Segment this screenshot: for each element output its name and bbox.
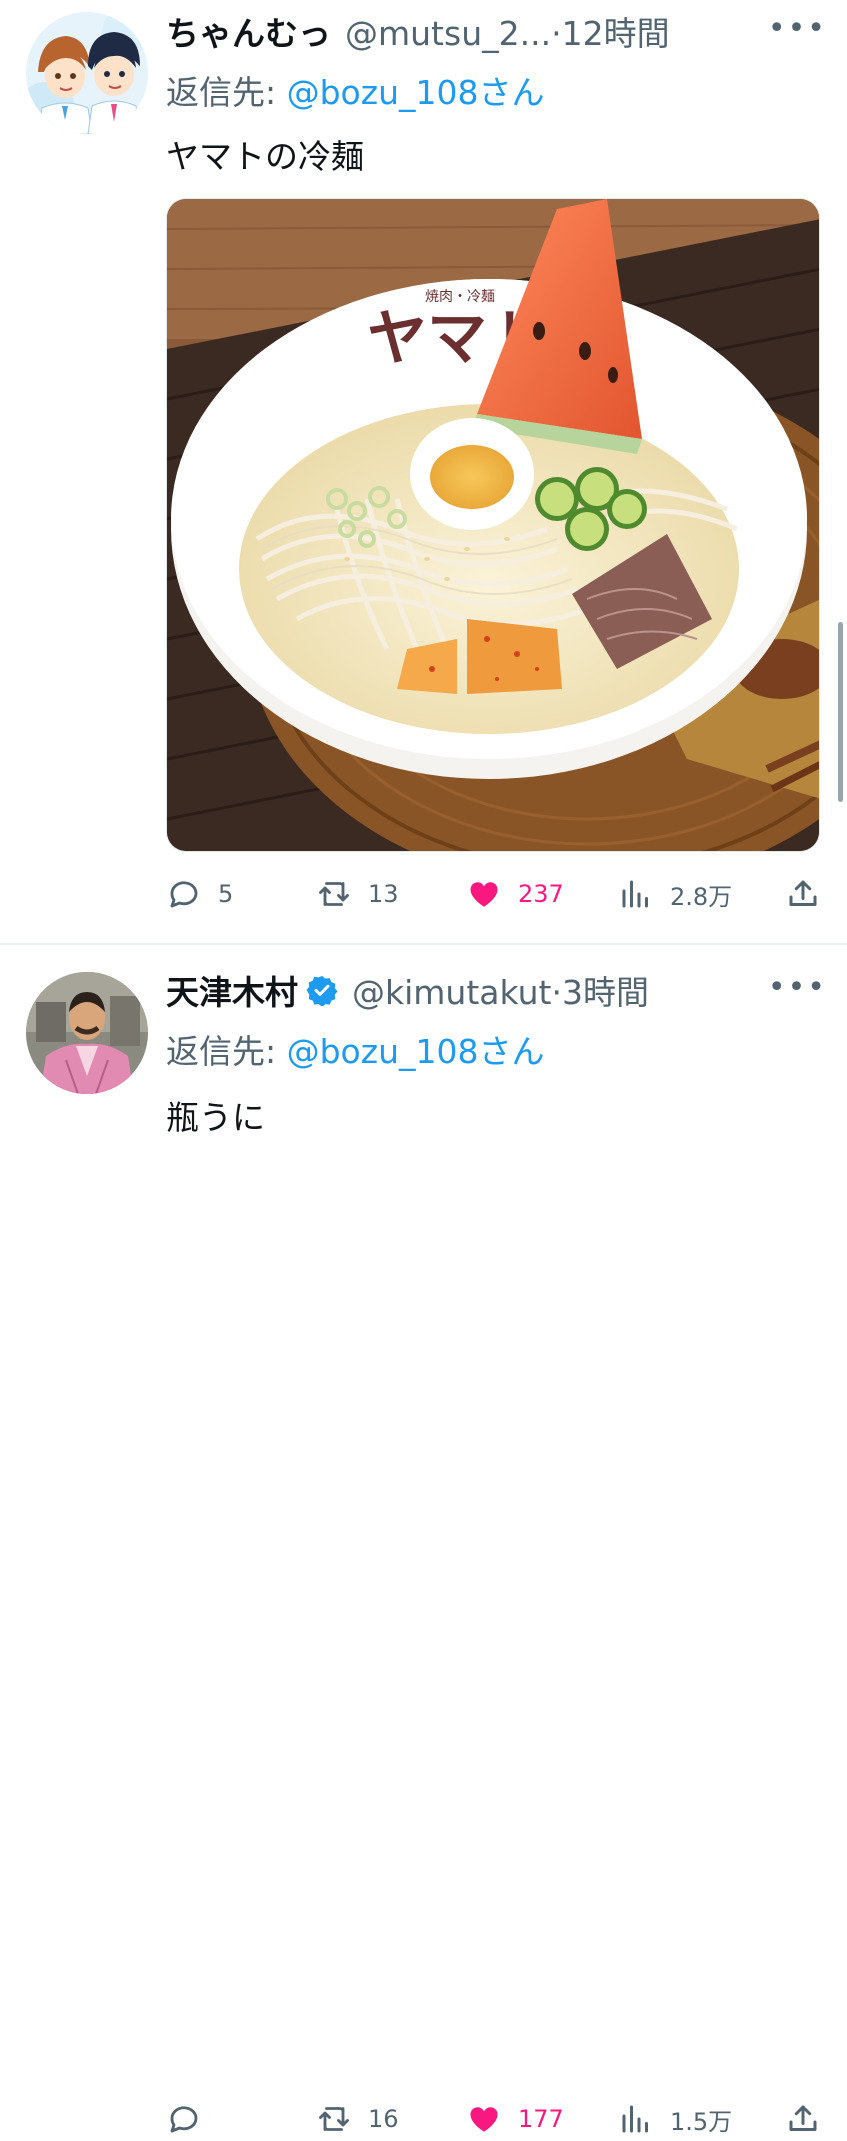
share-button[interactable] [785,2097,821,2141]
view-count: 1.5万 [670,2107,733,2136]
reply-button[interactable] [166,2097,218,2141]
tweet-card[interactable]: 天津木村 @kimutakut·3時間 ••• 返信先: @bozu_108さん… [0,945,847,2136]
reply-icon [170,881,198,908]
like-button[interactable]: 237 [466,872,564,916]
like-button[interactable]: 177 [466,2097,564,2141]
timestamp[interactable]: 3時間 [562,973,649,1012]
handle-and-time[interactable]: @kimutakut·3時間 [352,966,649,1014]
more-options-icon[interactable]: ••• [768,14,827,44]
retweet-icon [319,2107,349,2131]
user-handle[interactable]: @kimutakut [352,973,551,1012]
views-button[interactable]: 2.8万 [618,872,732,916]
heart-filled-icon [470,2107,498,2132]
tweet-text: ヤマトの冷麺 [166,137,364,176]
analytics-icon [622,880,648,908]
heart-filled-icon [470,882,498,907]
tweet-actions: 16 177 1.5万 [166,2097,821,2141]
tweet-actions: 5 13 237 2.8万 [166,872,821,916]
more-options-icon[interactable]: ••• [768,973,827,1003]
reply-to-label: 返信先: [166,73,287,112]
separator-dot: · [551,14,562,53]
scrollbar[interactable] [838,622,843,802]
avatar[interactable] [26,972,148,1094]
display-name[interactable]: ちゃんむっ [166,7,331,55]
reply-count: 5 [218,880,234,908]
reply-to-line: 返信先: @bozu_108さん [166,66,544,114]
avatar[interactable] [26,12,148,134]
reply-to-label: 返信先: [166,1032,287,1071]
like-count: 177 [518,2105,564,2133]
view-count: 2.8万 [670,882,733,911]
tweet-card[interactable]: ちゃんむっ @mutsu_2...·12時間 ••• 返信先: @bozu_10… [0,0,847,945]
tweet-text: 瓶うに [166,1098,265,1137]
retweet-count: 13 [368,880,399,908]
share-icon [789,880,817,906]
like-count: 237 [518,880,564,908]
tweet-header: ちゃんむっ @mutsu_2...·12時間 ••• [166,8,827,54]
separator-dot: · [551,973,562,1012]
reply-mention-link[interactable]: @bozu_108さん [287,73,545,112]
retweet-icon [319,882,349,906]
reply-button[interactable]: 5 [166,872,233,916]
share-icon [789,2105,817,2131]
reply-icon [170,2106,198,2133]
reply-mention-link[interactable]: @bozu_108さん [287,1032,545,1071]
views-button[interactable]: 1.5万 [618,2097,732,2141]
tweet-header: 天津木村 @kimutakut·3時間 ••• [166,967,827,1013]
bowl-logo-small: 焼肉・冷麺 [425,289,495,305]
retweet-count: 16 [368,2105,399,2133]
tweet-photo[interactable]: 焼肉・冷麺 ヤマト [166,198,820,852]
share-button[interactable] [785,872,821,916]
reply-to-line: 返信先: @bozu_108さん [166,1025,544,1073]
retweet-button[interactable]: 16 [316,2097,399,2141]
handle-and-time[interactable]: @mutsu_2...·12時間 [345,7,670,55]
verified-badge-icon[interactable] [306,974,338,1006]
analytics-icon [622,2105,648,2133]
user-handle[interactable]: @mutsu_2... [345,14,551,53]
timestamp[interactable]: 12時間 [562,14,670,53]
display-name[interactable]: 天津木村 [166,966,298,1014]
retweet-button[interactable]: 13 [316,872,399,916]
